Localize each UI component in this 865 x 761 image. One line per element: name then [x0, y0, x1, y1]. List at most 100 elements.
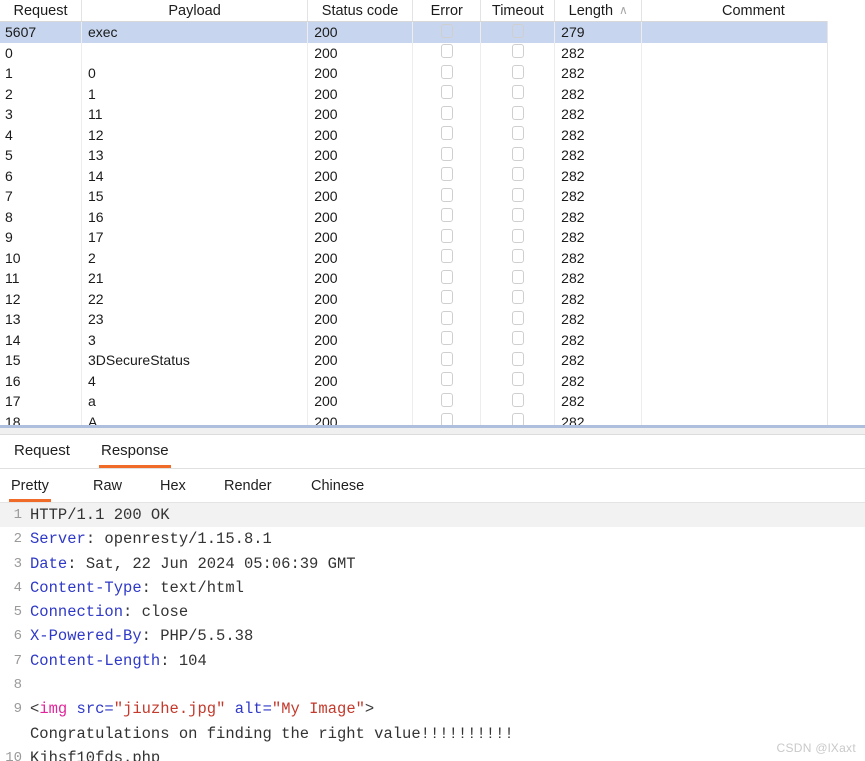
cell-timeout[interactable] — [480, 186, 556, 207]
table-row[interactable]: 1 0 200 282 — [0, 63, 865, 84]
table-row[interactable]: 14 3 200 282 — [0, 329, 865, 350]
cell-payload[interactable]: 15 — [81, 186, 309, 207]
error-checkbox[interactable] — [440, 146, 453, 161]
cell-error[interactable] — [412, 186, 482, 207]
error-checkbox[interactable] — [440, 351, 453, 366]
cell-request[interactable]: 1 — [0, 63, 82, 84]
error-checkbox[interactable] — [440, 331, 453, 346]
cell-timeout[interactable] — [480, 42, 556, 63]
timeout-checkbox[interactable] — [511, 310, 524, 325]
timeout-checkbox[interactable] — [511, 167, 524, 182]
cell-request[interactable]: 4 — [0, 124, 82, 145]
timeout-checkbox[interactable] — [511, 228, 524, 243]
cell-length[interactable]: 282 — [554, 186, 643, 207]
cell-request[interactable]: 10 — [0, 247, 82, 268]
cell-timeout[interactable] — [480, 309, 556, 330]
cell-length[interactable]: 282 — [554, 288, 643, 309]
cell-timeout[interactable] — [480, 145, 556, 166]
cell-length[interactable]: 282 — [554, 42, 643, 63]
view-tab-render[interactable]: Render — [222, 472, 274, 502]
cell-payload[interactable]: 0 — [81, 63, 309, 84]
cell-error[interactable] — [412, 329, 482, 350]
column-header-comment[interactable]: Comment — [641, 0, 865, 22]
cell-request[interactable]: 12 — [0, 288, 82, 309]
cell-payload[interactable]: 2 — [81, 247, 309, 268]
cell-timeout[interactable] — [480, 247, 556, 268]
cell-length[interactable]: 282 — [554, 145, 643, 166]
cell-status[interactable]: 200 — [307, 329, 413, 350]
cell-error[interactable] — [412, 370, 482, 391]
table-row[interactable]: 17 a 200 282 — [0, 391, 865, 412]
cell-payload[interactable]: a — [81, 391, 309, 412]
cell-request[interactable]: 9 — [0, 227, 82, 248]
table-row[interactable]: 5607 exec 200 279 — [0, 21, 865, 43]
cell-timeout[interactable] — [480, 206, 556, 227]
timeout-checkbox[interactable] — [511, 23, 524, 38]
error-checkbox[interactable] — [440, 105, 453, 120]
cell-payload[interactable]: exec — [81, 21, 309, 43]
column-header-timeout[interactable]: Timeout — [480, 0, 556, 22]
cell-payload[interactable]: 17 — [81, 227, 309, 248]
timeout-checkbox[interactable] — [511, 126, 524, 141]
column-header-status[interactable]: Status code — [307, 0, 413, 22]
cell-status[interactable]: 200 — [307, 247, 413, 268]
cell-status[interactable]: 200 — [307, 309, 413, 330]
error-checkbox[interactable] — [440, 228, 453, 243]
cell-length[interactable]: 282 — [554, 165, 643, 186]
table-row[interactable]: 6 14 200 282 — [0, 165, 865, 186]
cell-error[interactable] — [412, 63, 482, 84]
cell-length[interactable]: 282 — [554, 329, 643, 350]
cell-request[interactable]: 7 — [0, 186, 82, 207]
timeout-checkbox[interactable] — [511, 269, 524, 284]
cell-length[interactable]: 282 — [554, 350, 643, 371]
cell-error[interactable] — [412, 21, 482, 43]
cell-length[interactable]: 282 — [554, 124, 643, 145]
table-row[interactable]: 10 2 200 282 — [0, 247, 865, 268]
cell-timeout[interactable] — [480, 268, 556, 289]
view-tab-raw[interactable]: Raw — [91, 472, 124, 502]
cell-status[interactable]: 200 — [307, 42, 413, 63]
cell-payload[interactable]: 3DSecureStatus — [81, 350, 309, 371]
cell-error[interactable] — [412, 268, 482, 289]
cell-length[interactable]: 282 — [554, 104, 643, 125]
cell-request[interactable]: 5 — [0, 145, 82, 166]
table-row[interactable]: 7 15 200 282 — [0, 186, 865, 207]
cell-timeout[interactable] — [480, 104, 556, 125]
table-row[interactable]: 15 3DSecureStatus 200 282 — [0, 350, 865, 371]
table-row[interactable]: 13 23 200 282 — [0, 309, 865, 330]
table-row[interactable]: 2 1 200 282 — [0, 83, 865, 104]
column-header-length[interactable]: Length ∧ — [554, 0, 643, 22]
tab-request[interactable]: Request — [12, 436, 72, 468]
timeout-checkbox[interactable] — [511, 331, 524, 346]
response-body-viewer[interactable]: 1 HTTP/1.1 200 OK 2 Server: openresty/1.15.… — [0, 503, 865, 761]
cell-timeout[interactable] — [480, 350, 556, 371]
cell-error[interactable] — [412, 391, 482, 412]
cell-request[interactable]: 2 — [0, 83, 82, 104]
cell-payload[interactable]: 21 — [81, 268, 309, 289]
cell-error[interactable] — [412, 288, 482, 309]
table-row[interactable]: 4 12 200 282 — [0, 124, 865, 145]
timeout-checkbox[interactable] — [511, 85, 524, 100]
table-row[interactable]: 0 200 282 — [0, 42, 865, 63]
cell-timeout[interactable] — [480, 21, 556, 43]
cell-status[interactable]: 200 — [307, 104, 413, 125]
cell-status[interactable]: 200 — [307, 21, 413, 43]
cell-status[interactable]: 200 — [307, 124, 413, 145]
cell-request[interactable]: 8 — [0, 206, 82, 227]
cell-timeout[interactable] — [480, 227, 556, 248]
timeout-checkbox[interactable] — [511, 392, 524, 407]
cell-error[interactable] — [412, 124, 482, 145]
cell-payload[interactable]: 13 — [81, 145, 309, 166]
cell-status[interactable]: 200 — [307, 145, 413, 166]
cell-request[interactable]: 6 — [0, 165, 82, 186]
column-header-payload[interactable]: Payload — [81, 0, 309, 22]
cell-length[interactable]: 282 — [554, 370, 643, 391]
cell-payload[interactable]: 16 — [81, 206, 309, 227]
view-tab-pretty[interactable]: Pretty — [9, 472, 51, 502]
cell-length[interactable]: 282 — [554, 247, 643, 268]
error-checkbox[interactable] — [440, 126, 453, 141]
cell-payload[interactable]: 1 — [81, 83, 309, 104]
error-checkbox[interactable] — [440, 23, 453, 38]
cell-request[interactable]: 11 — [0, 268, 82, 289]
cell-request[interactable]: 13 — [0, 309, 82, 330]
